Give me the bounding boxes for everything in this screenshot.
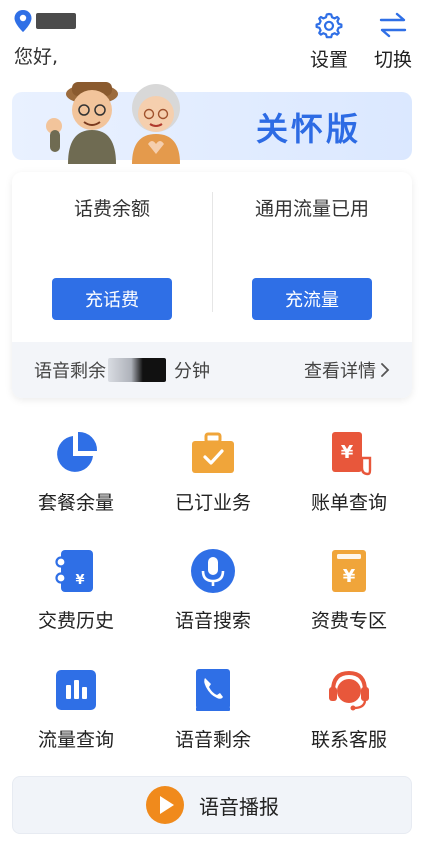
data-usage-label: 通用流量已用 [254, 198, 369, 220]
view-details-label: 查看详情 [304, 361, 376, 382]
headset-icon [329, 670, 369, 711]
switch-button[interactable]: 切换 [374, 10, 412, 72]
grid-item-tariff-zone[interactable]: ¥ 资费专区 [279, 548, 419, 648]
grid-label: 语音搜索 [174, 610, 251, 632]
svg-text:¥: ¥ [75, 573, 84, 588]
briefcase-check-icon [192, 432, 234, 473]
settings-label: 设置 [310, 49, 349, 71]
location-pin-icon [14, 10, 32, 32]
chevron-right-icon [381, 363, 390, 377]
tariff-icon: ¥ [332, 550, 366, 592]
fee-balance-label: 话费余额 [73, 198, 150, 220]
grid-item-plan-balance[interactable]: 套餐余量 [6, 430, 146, 530]
view-details-link[interactable]: 查看详情 [304, 357, 390, 383]
voice-broadcast-label: 语音播报 [199, 794, 279, 819]
data-usage-section: 通用流量已用 充流量 [212, 172, 412, 340]
phone-icon [196, 669, 230, 711]
banner-title: 关怀版 [256, 110, 362, 148]
grid-label: 流量查询 [37, 729, 114, 751]
location-row[interactable] [14, 10, 76, 32]
care-mode-banner[interactable]: 关怀版 [12, 82, 412, 164]
payment-history-icon: ¥ [55, 550, 93, 592]
grid-label: 交费历史 [37, 610, 114, 632]
recharge-data-button[interactable]: 充流量 [252, 278, 372, 320]
grid-item-subscribed-services[interactable]: 已订业务 [143, 430, 283, 530]
settings-button[interactable]: 设置 [310, 10, 348, 72]
grid-label: 资费专区 [310, 610, 387, 632]
grid-label: 联系客服 [310, 729, 387, 751]
fee-balance-section: 话费余额 充话费 [12, 172, 212, 340]
switch-arrows-icon [379, 12, 407, 38]
bill-icon: ¥ [332, 432, 372, 476]
microphone-icon [191, 549, 235, 593]
grid-item-bill-query[interactable]: ¥ 账单查询 [279, 430, 419, 530]
masked-phone-number [36, 13, 76, 29]
bar-chart-icon [56, 670, 96, 710]
grid-item-voice-remaining[interactable]: 语音剩余 [143, 667, 283, 767]
gear-icon [315, 12, 343, 39]
play-icon [146, 786, 184, 824]
voice-broadcast-button[interactable]: 语音播报 [12, 776, 412, 834]
grid-label: 已订业务 [174, 492, 251, 514]
grid-label: 账单查询 [310, 492, 387, 514]
switch-label: 切换 [374, 49, 413, 71]
elderly-couple-illustration [46, 82, 180, 164]
voice-remaining-unit: 分钟 [174, 361, 210, 382]
pie-chart-icon [57, 431, 98, 472]
grid-item-customer-service[interactable]: 联系客服 [279, 667, 419, 767]
grid-label: 语音剩余 [174, 729, 251, 751]
voice-remaining-prefix: 语音剩余 [34, 361, 106, 382]
masked-voice-minutes [108, 358, 166, 382]
grid-label: 套餐余量 [37, 492, 114, 514]
grid-item-payment-history[interactable]: ¥ 交费历史 [6, 548, 146, 648]
grid-item-data-query[interactable]: 流量查询 [6, 667, 146, 767]
grid-item-voice-search[interactable]: 语音搜索 [143, 548, 283, 648]
svg-text:¥: ¥ [341, 442, 354, 463]
voice-remaining-strip: 语音剩余 分钟 查看详情 [12, 342, 412, 398]
recharge-fee-button[interactable]: 充话费 [52, 278, 172, 320]
balance-card: 话费余额 充话费 通用流量已用 充流量 语音剩余 分钟 查看详情 [12, 172, 412, 398]
svg-text:¥: ¥ [343, 566, 356, 587]
